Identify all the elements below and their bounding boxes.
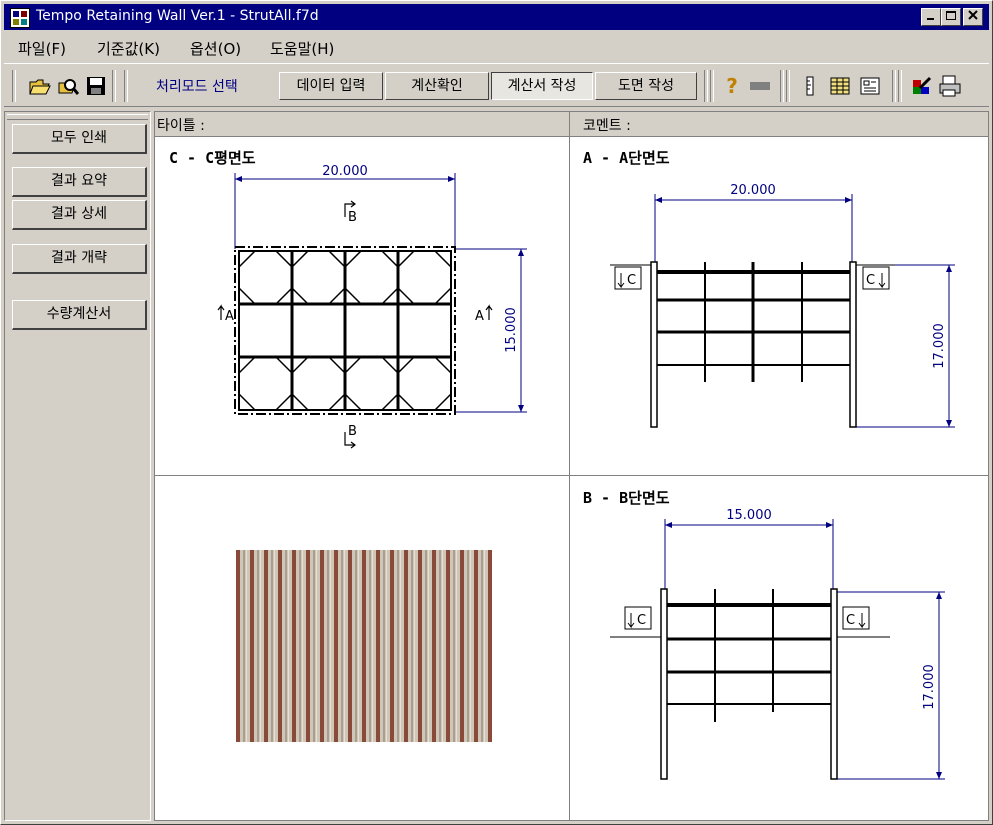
palette-edit-icon[interactable] bbox=[910, 74, 934, 98]
section-b-c-right: C bbox=[846, 613, 855, 628]
plan-section-a-left: A bbox=[225, 309, 234, 324]
mode-data-input-button[interactable]: 데이터 입력 bbox=[279, 72, 383, 100]
app-icon[interactable] bbox=[10, 8, 30, 28]
result-summary-button[interactable]: 결과 요약 bbox=[12, 167, 147, 197]
plan-section-a-right: A bbox=[475, 309, 484, 324]
vertical-divider bbox=[569, 112, 570, 820]
mode-drawing-button[interactable]: 도면 작성 bbox=[595, 72, 697, 100]
menu-file[interactable]: 파일(F) bbox=[18, 38, 66, 59]
soil-texture-image bbox=[236, 550, 492, 742]
app-window: Tempo Retaining Wall Ver.1 - StrutAll.f7… bbox=[0, 0, 993, 825]
toolbar-separator bbox=[786, 70, 790, 102]
section-b-height-dim: 17.000 bbox=[922, 664, 937, 710]
plan-section-b-top: B bbox=[348, 210, 357, 225]
toolbar: 처리모드 선택 데이터 입력 계산확인 계산서 작성 도면 작성 ? bbox=[4, 63, 989, 107]
plan-section-b-bottom: B bbox=[348, 424, 357, 439]
minimize-icon bbox=[927, 18, 934, 20]
section-a-c-left: C bbox=[627, 273, 636, 288]
comment-label[interactable]: 코멘트 : bbox=[583, 115, 631, 135]
panel-grip bbox=[7, 114, 148, 120]
table-grid-icon[interactable] bbox=[828, 74, 852, 98]
title-bar[interactable]: Tempo Retaining Wall Ver.1 - StrutAll.f7… bbox=[4, 4, 989, 30]
menu-standard-values[interactable]: 기준값(K) bbox=[97, 38, 160, 59]
result-outline-button[interactable]: 결과 개략 bbox=[12, 244, 147, 274]
menu-options[interactable]: 옵션(O) bbox=[190, 38, 241, 59]
maximize-button[interactable] bbox=[941, 8, 961, 26]
menu-bar: 파일(F) 기준값(K) 옵션(O) 도움말(H) bbox=[4, 33, 989, 61]
toolbar-separator bbox=[892, 70, 896, 102]
mode-calc-check-button[interactable]: 계산확인 bbox=[385, 72, 489, 100]
section-a-title: A - A단면도 bbox=[583, 149, 670, 167]
mode-select-label: 처리모드 선택 bbox=[156, 79, 238, 95]
report-header: 타이틀 : 코멘트 : bbox=[155, 112, 988, 137]
section-b-c-left: C bbox=[637, 613, 646, 628]
result-detail-button[interactable]: 결과 상세 bbox=[12, 200, 147, 230]
maximize-icon bbox=[946, 11, 956, 20]
horizontal-divider bbox=[155, 475, 988, 476]
close-button[interactable] bbox=[963, 8, 983, 26]
toolbar-grip bbox=[12, 70, 16, 102]
gray-bar-icon[interactable] bbox=[748, 74, 772, 98]
menu-help[interactable]: 도움말(H) bbox=[270, 38, 334, 59]
plan-height-dim: 15.000 bbox=[504, 307, 519, 353]
close-icon bbox=[968, 10, 978, 20]
ruler-icon[interactable] bbox=[798, 74, 822, 98]
find-file-icon[interactable] bbox=[56, 74, 80, 98]
section-a-width-dim: 20.000 bbox=[730, 183, 776, 198]
section-a-c-right: C bbox=[866, 273, 875, 288]
left-panel: 모두 인쇄 결과 요약 결과 상세 결과 개략 수량계산서 bbox=[4, 111, 151, 821]
report-preview: 타이틀 : 코멘트 : C - C평면도 20.000 15.000 B B A… bbox=[154, 111, 989, 821]
section-b-drawing[interactable]: 15.000 17.000 C C bbox=[605, 507, 985, 807]
help-icon[interactable]: ? bbox=[720, 74, 744, 98]
print-all-button[interactable]: 모두 인쇄 bbox=[12, 124, 147, 154]
section-a-drawing[interactable]: 20.000 17.000 C C bbox=[605, 172, 985, 442]
toolbar-separator bbox=[704, 70, 708, 102]
save-disk-icon[interactable] bbox=[84, 74, 108, 98]
open-folder-icon[interactable] bbox=[28, 74, 52, 98]
section-b-width-dim: 15.000 bbox=[726, 508, 772, 523]
section-b-title: B - B단면도 bbox=[583, 489, 670, 507]
quantity-calc-button[interactable]: 수량계산서 bbox=[12, 300, 147, 330]
mode-report-button[interactable]: 계산서 작성 bbox=[491, 72, 593, 100]
toolbar-separator bbox=[898, 70, 902, 102]
print-icon[interactable] bbox=[938, 74, 962, 98]
minimize-button[interactable] bbox=[921, 8, 941, 26]
plan-view-drawing[interactable]: 20.000 15.000 B B A A bbox=[215, 157, 545, 467]
window-title: Tempo Retaining Wall Ver.1 - StrutAll.f7… bbox=[36, 8, 319, 24]
plan-width-dim: 20.000 bbox=[322, 164, 368, 179]
toolbar-separator bbox=[112, 70, 116, 102]
section-a-height-dim: 17.000 bbox=[932, 323, 947, 369]
toolbar-separator bbox=[780, 70, 784, 102]
toolbar-separator bbox=[710, 70, 714, 102]
layout-icon[interactable] bbox=[858, 74, 882, 98]
title-label[interactable]: 타이틀 : bbox=[157, 115, 205, 135]
toolbar-separator bbox=[124, 70, 128, 102]
